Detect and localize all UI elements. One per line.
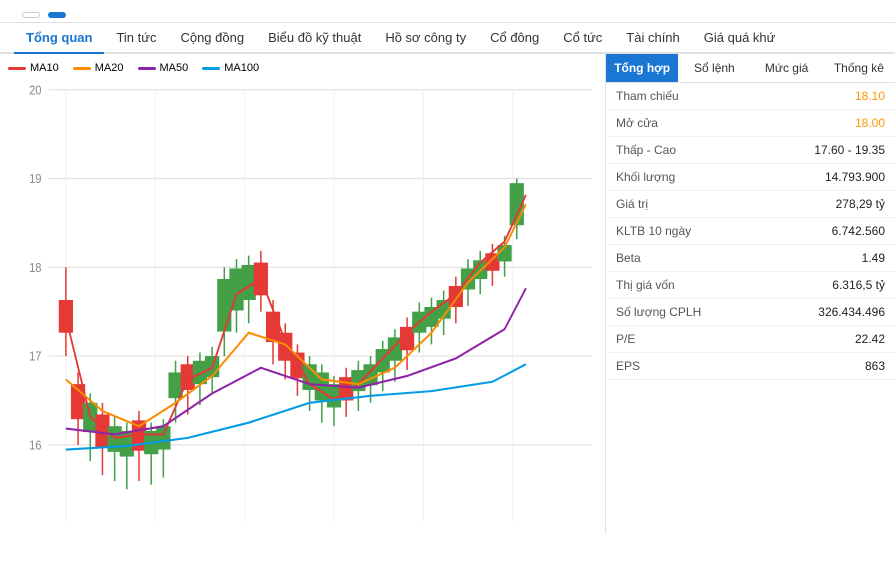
info-row: Giá trị278,29 tỷ xyxy=(606,191,895,218)
nav-tab-7[interactable]: Tài chính xyxy=(614,23,691,54)
nav-tabs: Tổng quanTin tứcCộng đồngBiểu đồ kỹ thuậ… xyxy=(0,23,895,54)
chart-container: 20 19 18 17 16 15 2021-09-21 2021-10-06 … xyxy=(8,78,597,522)
ma-dot xyxy=(73,67,91,70)
right-tabs: Tổng hợpSổ lệnhMức giáThống kê xyxy=(606,54,895,83)
info-value: 17.60 - 19.35 xyxy=(761,137,895,164)
main-content: MA10 MA20 MA50 MA100 20 19 18 17 16 15 2021… xyxy=(0,54,895,534)
nav-tab-8[interactable]: Giá quá khứ xyxy=(692,23,788,54)
svg-text:17: 17 xyxy=(29,349,42,364)
info-value: 1.49 xyxy=(761,245,895,272)
info-row: Khối lượng14.793.900 xyxy=(606,164,895,191)
svg-text:20: 20 xyxy=(29,83,42,98)
right-tab[interactable]: Thống kê xyxy=(823,54,895,82)
info-row: Số lượng CPLH326.434.496 xyxy=(606,299,895,326)
nav-tab-3[interactable]: Biểu đồ kỹ thuật xyxy=(256,23,373,54)
info-row: KLTB 10 ngày6.742.560 xyxy=(606,218,895,245)
info-row: Tham chiếu18.10 xyxy=(606,83,895,110)
info-value: 326.434.496 xyxy=(761,299,895,326)
info-label: EPS xyxy=(606,353,761,380)
info-value: 18.10 xyxy=(761,83,895,110)
info-value: 863 xyxy=(761,353,895,380)
nav-tab-4[interactable]: Hồ sơ công ty xyxy=(373,23,478,54)
nav-tab-0[interactable]: Tổng quan xyxy=(14,23,104,54)
info-label: Giá trị xyxy=(606,191,761,218)
ma-legend-item: MA50 xyxy=(138,62,189,74)
info-row: Mở cửa18.00 xyxy=(606,110,895,137)
ma-label: MA10 xyxy=(30,62,59,74)
right-tab[interactable]: Mức giá xyxy=(751,54,823,82)
info-label: P/E xyxy=(606,326,761,353)
nav-tab-1[interactable]: Tin tức xyxy=(104,23,168,54)
ma-dot xyxy=(138,67,156,70)
info-value: 6.742.560 xyxy=(761,218,895,245)
info-value: 6.316,5 tỷ xyxy=(761,272,895,299)
info-row: Thấp - Cao17.60 - 19.35 xyxy=(606,137,895,164)
ma-legend-item: MA100 xyxy=(202,62,259,74)
info-label: KLTB 10 ngày xyxy=(606,218,761,245)
info-row: P/E22.42 xyxy=(606,326,895,353)
right-tab[interactable]: Sổ lệnh xyxy=(678,54,750,82)
nav-tab-6[interactable]: Cổ tức xyxy=(551,23,614,54)
ma-label: MA20 xyxy=(95,62,124,74)
ma-legend-item: MA20 xyxy=(73,62,124,74)
info-row: EPS863 xyxy=(606,353,895,380)
info-label: Mở cửa xyxy=(606,110,761,137)
right-panel: Tổng hợpSổ lệnhMức giáThống kê Tham chiế… xyxy=(605,54,895,534)
info-row: Beta1.49 xyxy=(606,245,895,272)
ma-legend: MA10 MA20 MA50 MA100 xyxy=(8,62,597,74)
info-label: Khối lượng xyxy=(606,164,761,191)
bieudo-button[interactable] xyxy=(22,12,40,18)
info-value: 18.00 xyxy=(761,110,895,137)
info-row: Thị giá vốn6.316,5 tỷ xyxy=(606,272,895,299)
info-value: 14.793.900 xyxy=(761,164,895,191)
header xyxy=(0,0,895,23)
info-label: Beta xyxy=(606,245,761,272)
svg-text:16: 16 xyxy=(29,438,42,453)
ticker-row xyxy=(14,12,66,18)
ma-label: MA50 xyxy=(160,62,189,74)
ma-dot xyxy=(8,67,26,70)
ma-label: MA100 xyxy=(224,62,259,74)
info-table: Tham chiếu18.10Mở cửa18.00Thấp - Cao17.6… xyxy=(606,83,895,380)
info-value: 278,29 tỷ xyxy=(761,191,895,218)
svg-text:19: 19 xyxy=(29,171,42,186)
info-label: Thị giá vốn xyxy=(606,272,761,299)
info-label: Số lượng CPLH xyxy=(606,299,761,326)
theodoi-button[interactable] xyxy=(48,12,66,18)
header-left xyxy=(14,8,66,18)
chart-area: MA10 MA20 MA50 MA100 20 19 18 17 16 15 2021… xyxy=(0,54,605,534)
info-label: Thấp - Cao xyxy=(606,137,761,164)
info-label: Tham chiếu xyxy=(606,83,761,110)
right-tab[interactable]: Tổng hợp xyxy=(606,54,678,82)
ma-dot xyxy=(202,67,220,70)
nav-tab-2[interactable]: Cộng đồng xyxy=(168,23,256,54)
svg-text:18: 18 xyxy=(29,260,42,275)
ma-legend-item: MA10 xyxy=(8,62,59,74)
info-value: 22.42 xyxy=(761,326,895,353)
nav-tab-5[interactable]: Cổ đông xyxy=(478,23,551,54)
